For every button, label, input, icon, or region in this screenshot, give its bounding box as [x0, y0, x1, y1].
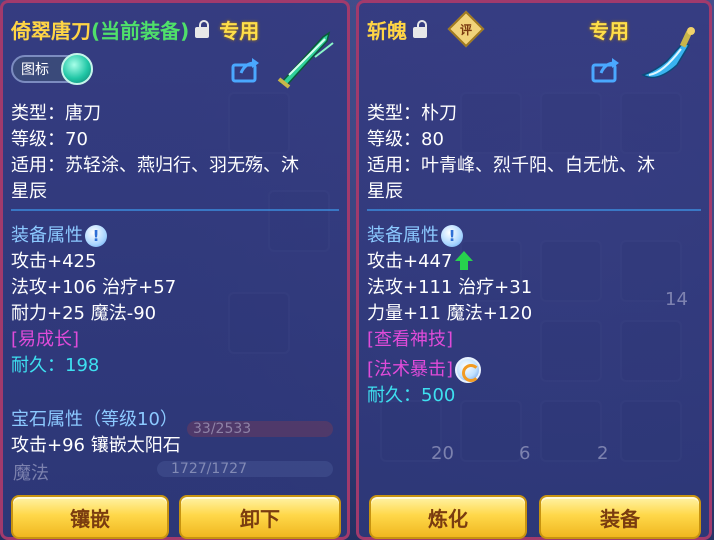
attr-title: 装备属性 [11, 225, 83, 246]
equip-status: (当前装备) [91, 18, 190, 43]
item-name: 斩魄 [367, 18, 407, 43]
item-level: 等级：70 [11, 129, 88, 150]
tang-blade-icon [277, 31, 334, 89]
rating-label: 评 [459, 22, 472, 37]
item-apply-cont: 星辰 [367, 181, 403, 202]
up-arrow-icon [455, 251, 474, 270]
info-icon[interactable] [85, 225, 107, 247]
growth-tag[interactable]: [易成长] [11, 327, 176, 353]
exclusive-label: 专用 [219, 18, 260, 43]
item-level: 等级：80 [367, 129, 444, 150]
spell-crit-tag[interactable]: [法术暴击] [367, 359, 453, 380]
hp-text: 33/2533 [193, 421, 252, 437]
inlay-button[interactable]: 镶嵌 [11, 495, 169, 539]
slot-count: 6 [519, 443, 531, 464]
slot-count: 20 [431, 443, 454, 464]
refresh-icon[interactable] [455, 357, 482, 383]
exclusive-label: 专用 [589, 18, 629, 43]
item-basic-info: 类型：唐刀 等级：70 适用：苏轻涂、燕归行、羽无殇、沐 星辰 [11, 101, 299, 205]
item-tooltip-compare: 斩魄 评 专用 类型：朴刀 等级：80 适用：叶青峰、烈千阳、白无忧、沐 星辰 … [356, 0, 712, 540]
equip-attributes: 装备属性 攻击+425 法攻+106 治疗+57 耐力+25 魔法-90 [易成… [11, 223, 176, 379]
item-apply: 适用：苏轻涂、燕归行、羽无殇、沐 [11, 155, 299, 176]
item-tooltip-current: 倚翠唐刀 (当前装备) 专用 图标 类型：唐刀 等级：70 适用：苏轻涂、燕归行… [0, 0, 350, 540]
toggle-knob-icon [61, 53, 93, 85]
mp-text: 1727/1727 [171, 461, 247, 477]
gem-line: 攻击+96 镶嵌太阳石 [11, 435, 181, 456]
unequip-button[interactable]: 卸下 [179, 495, 341, 539]
broadsword-icon [641, 27, 695, 79]
stat-line: 法攻+106 治疗+57 [11, 277, 177, 298]
durability-label: 耐久： [11, 355, 65, 376]
stat-line: 耐力+25 魔法-90 [11, 303, 157, 324]
stat-line: 攻击+425 [11, 251, 97, 272]
stat-line: 法攻+111 治疗+31 [367, 277, 533, 298]
durability-label: 耐久： [367, 385, 421, 406]
item-name: 倚翠唐刀 [11, 18, 91, 43]
stat-line: 力量+11 魔法+120 [367, 303, 533, 324]
item-type: 类型：唐刀 [11, 103, 101, 124]
lock-icon[interactable] [195, 20, 211, 38]
equip-button[interactable]: 装备 [539, 495, 701, 539]
icon-toggle-label: 图标 [21, 62, 49, 78]
share-icon[interactable] [231, 57, 261, 83]
slot-count: 14 [665, 289, 688, 310]
slot-count: 2 [597, 443, 609, 464]
icon-toggle[interactable]: 图标 [11, 53, 93, 85]
item-basic-info: 类型：朴刀 等级：80 适用：叶青峰、烈千阳、白无忧、沐 星辰 [367, 101, 655, 205]
item-apply: 适用：叶青峰、烈千阳、白无忧、沐 [367, 155, 655, 176]
equip-attributes: 装备属性 攻击+447 法攻+111 治疗+31 力量+11 魔法+120 [查… [367, 223, 532, 409]
durability-value: 500 [421, 385, 456, 406]
durability-value: 198 [65, 355, 100, 376]
gem-title: 宝石属性（等级10） [11, 409, 178, 430]
share-icon[interactable] [591, 57, 621, 83]
refine-button[interactable]: 炼化 [369, 495, 527, 539]
info-icon[interactable] [441, 225, 463, 247]
stat-line: 攻击+447 [367, 251, 453, 272]
rating-badge-icon[interactable]: 评 [447, 10, 485, 48]
divider [11, 209, 339, 211]
attr-title: 装备属性 [367, 225, 439, 246]
item-apply-cont: 星辰 [11, 181, 47, 202]
view-skill-link[interactable]: [查看神技] [367, 327, 532, 353]
lock-icon[interactable] [413, 20, 429, 38]
gem-attributes: 宝石属性（等级10） 攻击+96 镶嵌太阳石 [11, 407, 181, 459]
item-type: 类型：朴刀 [367, 103, 457, 124]
mp-label: 魔法 [13, 463, 49, 484]
divider [367, 209, 701, 211]
